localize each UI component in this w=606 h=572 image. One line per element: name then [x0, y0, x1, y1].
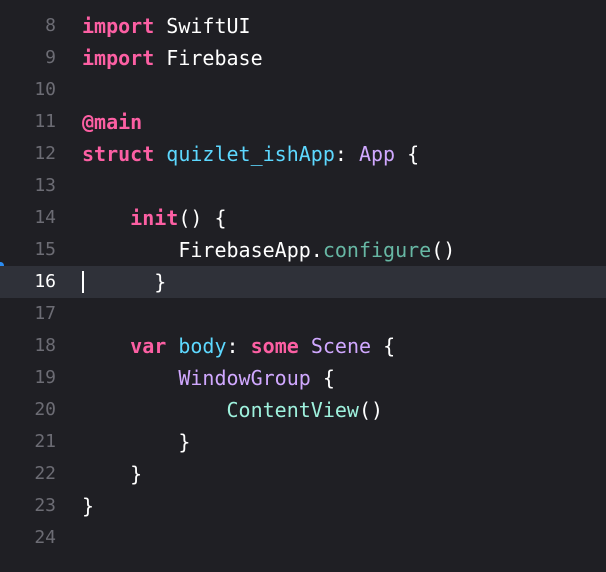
line-number: 24: [34, 527, 56, 548]
code-token: some: [250, 334, 299, 358]
code-text: init() {: [82, 202, 227, 234]
code-token: :: [334, 142, 359, 166]
code-line[interactable]: 23}: [0, 490, 606, 522]
code-token: import: [82, 46, 155, 70]
code-text: }: [82, 490, 94, 522]
code-token: Firebase: [154, 46, 263, 70]
line-number: 21: [34, 431, 56, 452]
code-text: import SwiftUI: [82, 10, 251, 42]
code-line[interactable]: 9 import Firebase: [0, 42, 606, 74]
code-line[interactable]: 13: [0, 170, 606, 202]
code-token: Scene: [310, 334, 372, 358]
line-number: 18: [34, 335, 56, 356]
code-token: App: [358, 142, 396, 166]
code-editor[interactable]: 8 import SwiftUI 9 import Firebase 10 11 @main…: [0, 0, 606, 572]
code-token: }: [82, 462, 143, 486]
code-token: @main: [82, 110, 143, 134]
code-token: import: [82, 14, 155, 38]
code-line[interactable]: 16 }: [0, 266, 606, 298]
code-text: }: [82, 458, 142, 490]
code-token: }: [82, 430, 191, 454]
line-number: 15: [34, 239, 56, 260]
code-token: }: [82, 494, 95, 518]
code-text: }: [82, 426, 190, 458]
text-cursor: [82, 271, 84, 293]
line-number: 23: [34, 495, 56, 516]
code-line[interactable]: 21 }: [0, 426, 606, 458]
code-text: ContentView(): [82, 394, 384, 426]
code-token: {: [371, 334, 396, 358]
code-token: ContentView: [226, 398, 359, 422]
code-token: }: [82, 270, 167, 294]
line-number: 10: [34, 79, 56, 100]
code-token: () {: [178, 206, 227, 230]
code-line[interactable]: 14 init() {: [0, 202, 606, 234]
code-token: :: [226, 334, 251, 358]
code-token: configure: [322, 238, 432, 262]
line-number: 14: [34, 207, 56, 228]
line-number: 11: [34, 111, 56, 132]
code-token: SwiftUI: [154, 14, 251, 38]
line-number: 8: [45, 15, 56, 36]
code-token: init: [130, 206, 179, 230]
code-token: quizlet_ishApp: [166, 142, 335, 166]
line-number: 17: [34, 303, 56, 324]
code-token: (): [358, 398, 384, 422]
code-text: }: [82, 266, 166, 298]
code-line[interactable]: 19 WindowGroup {: [0, 362, 606, 394]
code-line[interactable]: 18 var body: some Scene {: [0, 330, 606, 362]
code-line[interactable]: 8 import SwiftUI: [0, 10, 606, 42]
code-line[interactable]: 20 ContentView(): [0, 394, 606, 426]
code-token: struct: [82, 142, 155, 166]
code-line[interactable]: 15 FirebaseApp.configure(): [0, 234, 606, 266]
code-line[interactable]: 22 }: [0, 458, 606, 490]
code-token: body: [178, 334, 227, 358]
code-token: {: [310, 366, 335, 390]
code-token: (): [431, 238, 456, 262]
code-token: FirebaseApp.: [82, 238, 323, 262]
code-line[interactable]: 12 struct quizlet_ishApp: App {: [0, 138, 606, 170]
line-number: 22: [34, 463, 56, 484]
code-line[interactable]: 17: [0, 298, 606, 330]
code-token: WindowGroup: [178, 366, 311, 390]
line-number: 9: [45, 47, 56, 68]
line-number: 19: [34, 367, 56, 388]
code-text: var body: some Scene {: [82, 330, 395, 362]
code-token: {: [395, 142, 420, 166]
line-number: 16: [34, 271, 56, 292]
code-line[interactable]: 24: [0, 522, 606, 554]
code-text: FirebaseApp.configure(): [82, 234, 455, 266]
code-token: var: [130, 334, 167, 358]
line-number: 13: [34, 175, 56, 196]
code-text: WindowGroup {: [82, 362, 335, 394]
line-number: 12: [34, 143, 56, 164]
code-text: import Firebase: [82, 42, 263, 74]
code-text: struct quizlet_ishApp: App {: [82, 138, 419, 170]
code-text: @main: [82, 106, 142, 138]
line-number: 20: [34, 399, 56, 420]
code-line[interactable]: 10: [0, 74, 606, 106]
code-line[interactable]: 11 @main: [0, 106, 606, 138]
